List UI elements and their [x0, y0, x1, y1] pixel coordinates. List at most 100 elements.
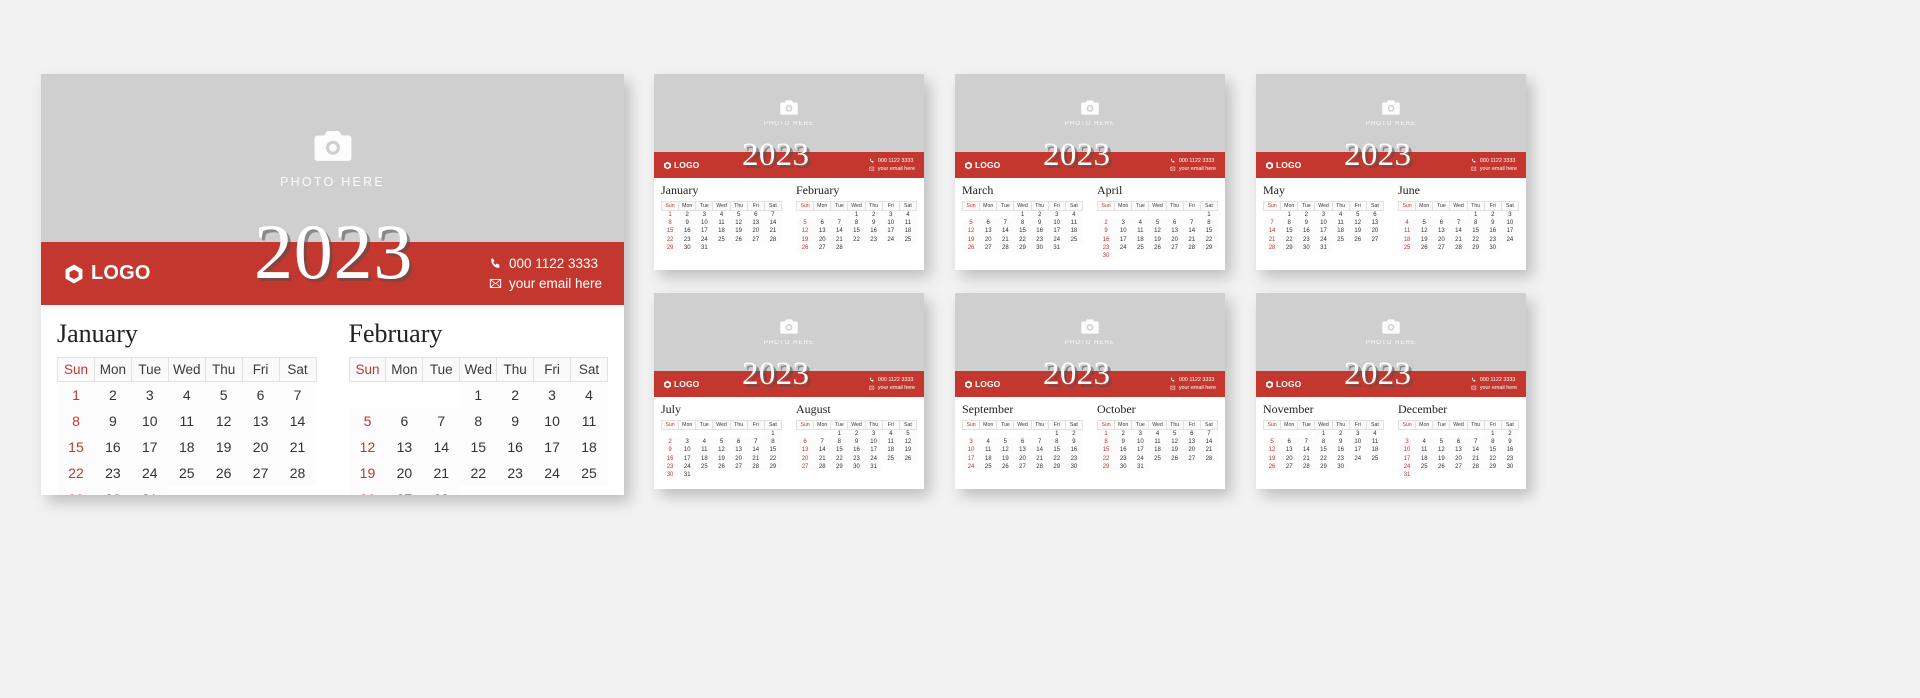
calendar-day-cell[interactable]: 18: [1366, 446, 1384, 455]
calendar-day-cell[interactable]: 4: [1332, 210, 1350, 220]
calendar-day-cell[interactable]: 24: [882, 235, 900, 244]
calendar-day-cell[interactable]: 17: [678, 454, 696, 463]
calendar-day-cell[interactable]: 13: [1366, 219, 1384, 228]
calendar-day-cell[interactable]: 18: [899, 227, 917, 236]
calendar-day-cell[interactable]: 6: [1449, 438, 1468, 447]
calendar-day-cell[interactable]: 25: [1366, 454, 1384, 463]
calendar-day-cell[interactable]: 3: [1501, 210, 1519, 220]
contact-phone-row[interactable]: 000 1122 3333: [489, 254, 602, 274]
calendar-card-jul-aug[interactable]: PHOTO HERE LOGO 2023 000 1122 3333 your emai…: [654, 293, 924, 489]
calendar-day-cell[interactable]: 15: [764, 446, 782, 455]
calendar-day-cell[interactable]: 25: [1415, 462, 1433, 471]
calendar-day-cell[interactable]: 20: [796, 454, 814, 463]
calendar-day-cell[interactable]: 27: [1449, 462, 1468, 471]
calendar-day-cell[interactable]: 19: [349, 460, 386, 486]
calendar-day-cell[interactable]: 17: [1131, 446, 1149, 455]
calendar-day-cell[interactable]: 25: [712, 235, 731, 244]
calendar-day-cell[interactable]: 11: [1148, 438, 1167, 447]
calendar-day-cell[interactable]: 15: [459, 434, 497, 460]
calendar-day-cell[interactable]: 27: [730, 462, 748, 471]
calendar-day-cell[interactable]: 8: [764, 438, 782, 447]
calendar-day-cell[interactable]: 22: [1467, 235, 1485, 244]
calendar-day-cell[interactable]: 8: [847, 219, 866, 228]
calendar-day-cell[interactable]: 18: [1131, 235, 1149, 244]
calendar-day-cell[interactable]: 1: [1200, 210, 1218, 220]
contact-email-row[interactable]: your email here: [869, 165, 915, 173]
calendar-day-cell[interactable]: 16: [1114, 446, 1132, 455]
calendar-day-cell[interactable]: 9: [94, 408, 132, 434]
calendar-day-cell[interactable]: 2: [1114, 429, 1132, 439]
calendar-day-cell[interactable]: 23: [847, 454, 866, 463]
calendar-day-cell[interactable]: 2: [1332, 429, 1350, 439]
calendar-card-sep-oct[interactable]: PHOTO HERE LOGO 2023 000 1122 3333 your emai…: [955, 293, 1225, 489]
logo[interactable]: LOGO: [964, 379, 1000, 389]
calendar-day-cell[interactable]: 23: [496, 460, 534, 486]
calendar-day-cell[interactable]: 10: [1501, 219, 1519, 228]
calendar-day-cell[interactable]: 18: [1415, 454, 1433, 463]
calendar-day-cell[interactable]: 12: [1415, 227, 1433, 236]
calendar-day-cell[interactable]: 18: [168, 434, 206, 460]
calendar-day-cell[interactable]: 1: [1467, 210, 1485, 220]
calendar-day-cell[interactable]: 7: [1200, 429, 1218, 439]
calendar-day-cell[interactable]: 22: [1200, 235, 1218, 244]
calendar-day-cell[interactable]: 27: [1432, 243, 1450, 252]
calendar-day-cell[interactable]: 13: [1013, 446, 1032, 455]
calendar-day-cell[interactable]: 29: [1467, 243, 1485, 252]
calendar-day-cell[interactable]: 15: [57, 434, 95, 460]
calendar-day-cell[interactable]: 5: [712, 438, 731, 447]
calendar-day-cell[interactable]: 7: [1183, 219, 1201, 228]
calendar-day-cell[interactable]: 14: [764, 219, 782, 228]
calendar-day-cell[interactable]: 5: [1349, 210, 1367, 220]
calendar-day-cell[interactable]: 23: [661, 462, 679, 471]
calendar-day-cell[interactable]: 20: [1183, 446, 1201, 455]
calendar-day-cell[interactable]: 13: [1449, 446, 1468, 455]
calendar-day-cell[interactable]: 25: [570, 460, 608, 486]
calendar-day-cell[interactable]: 21: [1467, 454, 1485, 463]
contact-email-row[interactable]: your email here: [1170, 384, 1216, 392]
calendar-card-large[interactable]: PHOTO HERE LOGO 2023 000 1122 3333 your emai…: [41, 74, 624, 495]
calendar-day-cell[interactable]: 27: [1366, 235, 1384, 244]
calendar-day-cell[interactable]: 1: [764, 429, 782, 439]
calendar-day-cell[interactable]: 25: [882, 454, 900, 463]
calendar-day-cell[interactable]: 22: [1048, 454, 1066, 463]
calendar-day-cell[interactable]: 8: [661, 219, 679, 228]
calendar-day-cell[interactable]: 15: [1280, 227, 1298, 236]
calendar-day-cell[interactable]: 28: [996, 243, 1014, 252]
calendar-day-cell[interactable]: 23: [1484, 235, 1502, 244]
calendar-day-cell[interactable]: 22: [764, 454, 782, 463]
calendar-day-cell[interactable]: 21: [813, 454, 831, 463]
calendar-day-cell[interactable]: 20: [730, 454, 748, 463]
calendar-day-cell[interactable]: 12: [205, 408, 243, 434]
calendar-day-cell[interactable]: 2: [1031, 210, 1049, 220]
calendar-day-cell[interactable]: 27: [1280, 462, 1298, 471]
calendar-day-cell[interactable]: 11: [1332, 219, 1350, 228]
calendar-day-cell[interactable]: 30: [1097, 251, 1115, 261]
calendar-day-cell[interactable]: 12: [730, 219, 748, 228]
calendar-day-cell[interactable]: 19: [796, 235, 814, 244]
calendar-day-cell[interactable]: 20: [242, 434, 280, 460]
calendar-day-cell[interactable]: 22: [661, 235, 679, 244]
calendar-day-cell[interactable]: 15: [661, 227, 679, 236]
calendar-day-cell[interactable]: 26: [899, 454, 917, 463]
calendar-day-cell[interactable]: 3: [533, 381, 571, 408]
calendar-day-cell[interactable]: 29: [1097, 462, 1115, 471]
calendar-day-cell[interactable]: 15: [1314, 446, 1333, 455]
calendar-day-cell[interactable]: 15: [1013, 227, 1032, 236]
calendar-day-cell[interactable]: 23: [678, 235, 696, 244]
calendar-day-cell[interactable]: 7: [1449, 219, 1468, 228]
calendar-day-cell[interactable]: 30: [1297, 243, 1315, 252]
contact-email-row[interactable]: your email here: [1471, 165, 1517, 173]
calendar-day-cell[interactable]: 29: [1314, 462, 1333, 471]
calendar-day-cell[interactable]: 13: [1183, 438, 1201, 447]
calendar-day-cell[interactable]: 20: [1013, 454, 1032, 463]
calendar-day-cell[interactable]: 6: [796, 438, 814, 447]
calendar-day-cell[interactable]: 10: [1131, 438, 1149, 447]
calendar-day-cell[interactable]: 17: [1048, 227, 1066, 236]
calendar-day-cell[interactable]: 2: [865, 210, 883, 220]
calendar-day-cell[interactable]: 9: [1097, 227, 1115, 236]
calendar-day-cell[interactable]: 19: [1432, 454, 1450, 463]
calendar-day-cell[interactable]: 20: [1449, 454, 1468, 463]
calendar-day-cell[interactable]: 10: [1114, 227, 1132, 236]
calendar-day-cell[interactable]: 3: [962, 438, 980, 447]
calendar-day-cell[interactable]: 4: [695, 438, 713, 447]
